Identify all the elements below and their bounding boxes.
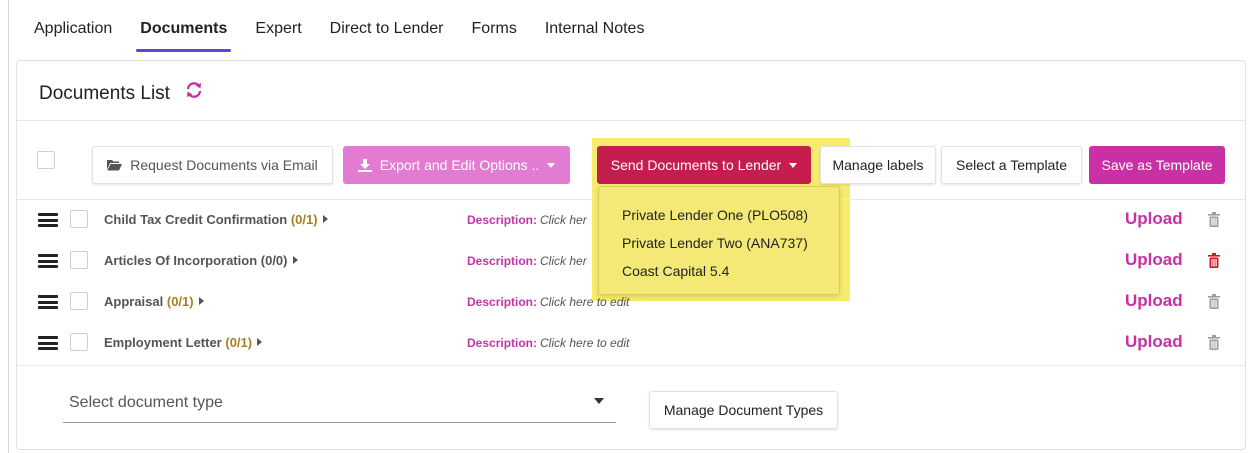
- refresh-icon[interactable]: [185, 81, 203, 99]
- request-documents-button[interactable]: Request Documents via Email: [92, 146, 333, 184]
- send-documents-label: Send Documents to Lender: [610, 157, 782, 173]
- drag-handle-icon[interactable]: [38, 295, 58, 309]
- manage-document-types-button[interactable]: Manage Document Types: [649, 391, 838, 429]
- description[interactable]: Description: Click her: [467, 213, 587, 227]
- description-value[interactable]: Click her: [540, 213, 587, 227]
- upload-button[interactable]: Upload: [1125, 332, 1183, 352]
- document-count: (0/1): [166, 294, 194, 309]
- tab-documents[interactable]: Documents: [126, 0, 241, 52]
- description-value[interactable]: Click here to edit: [540, 295, 629, 309]
- caret-right-icon[interactable]: [257, 338, 263, 346]
- document-name-text: Employment Letter: [104, 335, 222, 350]
- document-name[interactable]: Child Tax Credit Confirmation (0/1): [104, 212, 328, 227]
- row-checkbox[interactable]: [70, 210, 88, 228]
- row-checkbox[interactable]: [70, 292, 88, 310]
- document-count: (0/1): [290, 212, 318, 227]
- list-divider: [16, 365, 1246, 366]
- drag-handle-icon[interactable]: [38, 254, 58, 268]
- lender-option[interactable]: Private Lender Two (ANA737): [599, 229, 839, 257]
- page-title: Documents List: [39, 83, 170, 104]
- drag-handle-icon[interactable]: [38, 213, 58, 227]
- description[interactable]: Description: Click here to edit: [467, 295, 629, 309]
- send-documents-to-lender-button[interactable]: Send Documents to Lender: [597, 146, 811, 184]
- tab-forms[interactable]: Forms: [458, 0, 531, 46]
- tab-application[interactable]: Application: [20, 0, 126, 46]
- document-name-text: Articles Of Incorporation: [104, 253, 258, 268]
- tab-bar: Application Documents Expert Direct to L…: [20, 0, 659, 52]
- description[interactable]: Description: Click her: [467, 254, 587, 268]
- caret-right-icon[interactable]: [292, 256, 298, 264]
- table-row: Employment Letter (0/1) Description: Clic…: [16, 324, 1246, 364]
- lender-option[interactable]: Private Lender One (PLO508): [599, 201, 839, 229]
- manage-labels-button[interactable]: Manage labels: [820, 146, 936, 184]
- save-as-template-button[interactable]: Save as Template: [1089, 146, 1225, 184]
- tab-expert[interactable]: Expert: [241, 0, 315, 46]
- description-label: Description:: [467, 254, 538, 268]
- trash-icon[interactable]: [1208, 212, 1220, 227]
- document-type-placeholder: Select document type: [69, 394, 223, 411]
- caret-down-icon: [594, 398, 604, 404]
- caret-down-icon: [789, 162, 798, 168]
- description-label: Description:: [467, 213, 538, 227]
- description-value[interactable]: Click her: [540, 254, 587, 268]
- upload-button[interactable]: Upload: [1125, 209, 1183, 229]
- lender-dropdown-menu: Private Lender One (PLO508) Private Lend…: [598, 186, 840, 295]
- caret-right-icon[interactable]: [198, 297, 204, 305]
- folder-open-icon: [107, 160, 123, 171]
- drag-handle-icon[interactable]: [38, 336, 58, 350]
- row-checkbox[interactable]: [70, 333, 88, 351]
- page-edge: [8, 0, 9, 453]
- description-label: Description:: [467, 336, 538, 350]
- export-edit-options-label: Export and Edit Options ..: [379, 157, 540, 173]
- card-header: Documents List: [17, 61, 1245, 121]
- document-count: (0/1): [225, 335, 253, 350]
- row-checkbox[interactable]: [70, 251, 88, 269]
- upload-button[interactable]: Upload: [1125, 291, 1183, 311]
- document-name-text: Appraisal: [104, 294, 164, 309]
- select-template-button[interactable]: Select a Template: [941, 146, 1082, 184]
- caret-down-icon: [547, 162, 556, 168]
- export-edit-options-button[interactable]: Export and Edit Options ..: [343, 146, 570, 184]
- document-name[interactable]: Articles Of Incorporation (0/0): [104, 253, 298, 268]
- document-name[interactable]: Employment Letter (0/1): [104, 335, 263, 350]
- document-count: (0/0): [260, 253, 288, 268]
- request-documents-label: Request Documents via Email: [130, 157, 318, 173]
- lender-option[interactable]: Coast Capital 5.4: [599, 257, 839, 285]
- description[interactable]: Description: Click here to edit: [467, 336, 629, 350]
- document-name-text: Child Tax Credit Confirmation: [104, 212, 288, 227]
- caret-right-icon[interactable]: [322, 215, 328, 223]
- tab-direct-to-lender[interactable]: Direct to Lender: [316, 0, 458, 46]
- tab-internal-notes[interactable]: Internal Notes: [531, 0, 659, 46]
- download-icon: [357, 158, 372, 172]
- select-all-checkbox[interactable]: [37, 151, 55, 169]
- document-type-select[interactable]: Select document type: [63, 386, 616, 423]
- upload-button[interactable]: Upload: [1125, 250, 1183, 270]
- description-value[interactable]: Click here to edit: [540, 336, 629, 350]
- document-name[interactable]: Appraisal (0/1): [104, 294, 204, 309]
- description-label: Description:: [467, 295, 538, 309]
- trash-icon[interactable]: [1208, 294, 1220, 309]
- trash-icon[interactable]: [1208, 335, 1220, 350]
- trash-icon[interactable]: [1208, 253, 1220, 268]
